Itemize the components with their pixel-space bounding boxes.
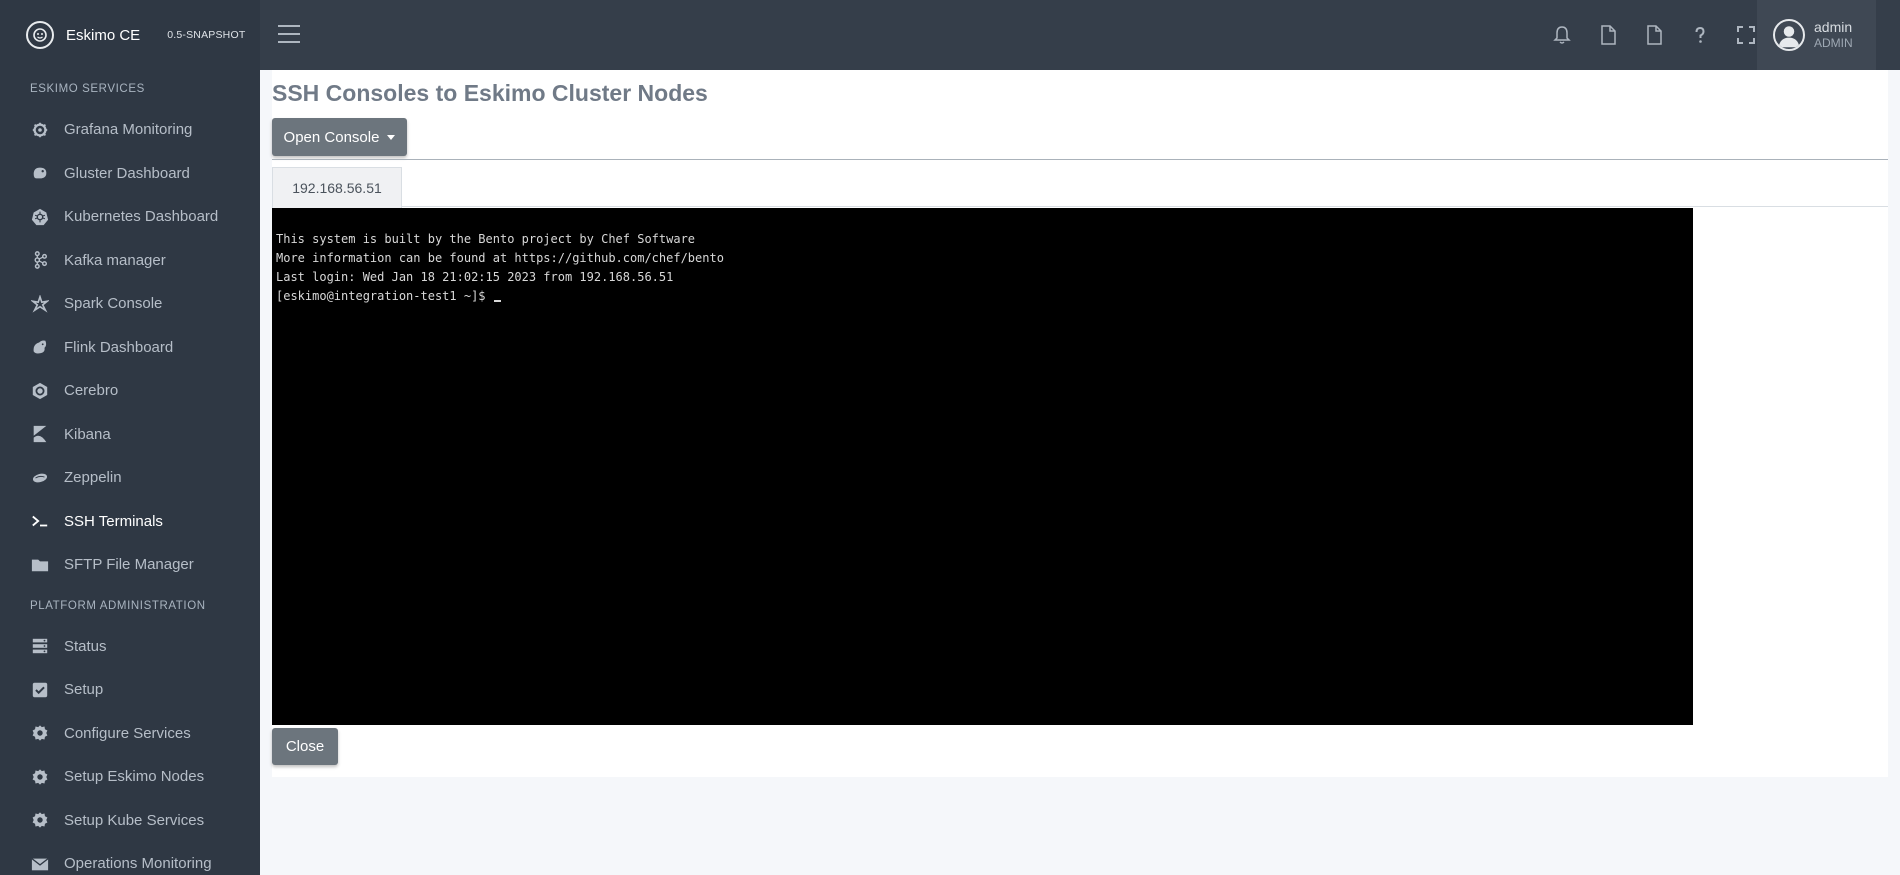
file-icon[interactable] (1585, 0, 1631, 70)
sidebar-item-zeppelin[interactable]: Zeppelin (0, 456, 260, 500)
grafana-icon (30, 120, 50, 140)
sidebar-item-label: Kafka manager (64, 251, 166, 269)
terminal-line: Last login: Wed Jan 18 21:02:15 2023 fro… (276, 270, 674, 284)
sidebar-item-label: Gluster Dashboard (64, 164, 190, 182)
sidebar-item-label: Kubernetes Dashboard (64, 208, 219, 226)
terminal-line: More information can be found at https:/… (276, 251, 724, 265)
sidebar-item-setup-eskimo-nodes[interactable]: Setup Eskimo Nodes (0, 755, 260, 799)
eskimo-logo-icon (26, 21, 54, 49)
sidebar-item-label: SFTP File Manager (64, 556, 194, 574)
sidebar-item-gluster[interactable]: Gluster Dashboard (0, 152, 260, 196)
gear-icon (30, 723, 50, 743)
open-console-label: Open Console (283, 128, 380, 146)
checkbox-icon (30, 680, 50, 700)
sidebar-item-operations-monitoring[interactable]: Operations Monitoring (0, 842, 260, 875)
sidebar-item-configure-services[interactable]: Configure Services (0, 712, 260, 756)
sidebar-item-label: SSH Terminals (64, 512, 163, 530)
sidebar-item-label: Configure Services (64, 724, 191, 742)
sidebar-item-label: Flink Dashboard (64, 338, 174, 356)
terminal-icon (30, 511, 50, 531)
sidebar-item-status[interactable]: Status (0, 625, 260, 669)
sidebar-item-spark[interactable]: Spark Console (0, 282, 260, 326)
gear-icon (30, 810, 50, 830)
file-icon[interactable] (1631, 0, 1677, 70)
user-menu[interactable]: admin ADMIN (1757, 0, 1876, 70)
section-title-eskimo-services: ESKIMO SERVICES (30, 83, 145, 95)
sidebar-item-grafana[interactable]: Grafana Monitoring (0, 108, 260, 152)
console-tabs: 192.168.56.51 (272, 160, 1888, 208)
terminal-console[interactable]: This system is built by the Bento projec… (272, 208, 1693, 725)
brand-version: 0.5-SNAPSHOT (167, 29, 246, 41)
hamburger-menu-icon[interactable] (278, 25, 300, 43)
topbar: admin ADMIN (260, 0, 1900, 70)
cerebro-icon (30, 381, 50, 401)
flink-icon (30, 337, 50, 357)
sidebar-item-label: Kibana (64, 425, 111, 443)
caret-down-icon (387, 134, 396, 140)
tab-console-node[interactable]: 192.168.56.51 (272, 167, 402, 208)
topbar-icons (1539, 0, 1769, 70)
spark-icon (30, 294, 50, 314)
page-title: SSH Consoles to Eskimo Cluster Nodes (272, 80, 708, 106)
sidebar-item-label: Zeppelin (64, 469, 122, 487)
console-panel: SSH Consoles to Eskimo Cluster Nodes Ope… (272, 70, 1888, 777)
sidebar-item-label: Status (64, 637, 107, 655)
close-button[interactable]: Close (272, 728, 338, 765)
sidebar-item-label: Operations Monitoring (64, 855, 212, 873)
sidebar-item-setup-kube-services[interactable]: Setup Kube Services (0, 799, 260, 843)
sidebar-item-kubernetes[interactable]: Kubernetes Dashboard (0, 195, 260, 239)
brand-name: Eskimo CE (66, 26, 141, 44)
envelope-icon (30, 854, 50, 874)
gluster-icon (30, 163, 50, 183)
user-name: admin (1814, 19, 1853, 35)
sidebar-item-kibana[interactable]: Kibana (0, 413, 260, 457)
sidebar-item-flink[interactable]: Flink Dashboard (0, 326, 260, 370)
section-title-platform-administration: PLATFORM ADMINISTRATION (30, 599, 206, 612)
kibana-icon (30, 424, 50, 444)
bell-icon[interactable] (1539, 0, 1585, 70)
user-role: ADMIN (1814, 36, 1853, 50)
sidebar-item-label: Spark Console (64, 295, 163, 313)
sidebar-item-setup[interactable]: Setup (0, 668, 260, 712)
sidebar-item-ssh-terminals[interactable]: SSH Terminals (0, 500, 260, 544)
gear-icon (30, 767, 50, 787)
server-icon (30, 636, 50, 656)
user-info: admin ADMIN (1814, 19, 1853, 51)
folder-icon (30, 555, 50, 575)
sidebar: Eskimo CE 0.5-SNAPSHOT ESKIMO SERVICES G… (0, 0, 260, 875)
open-console-button[interactable]: Open Console (272, 118, 407, 156)
main-content: SSH Consoles to Eskimo Cluster Nodes Ope… (260, 70, 1900, 875)
terminal-prompt: [eskimo@integration-test1 ~]$ (276, 289, 486, 303)
question-icon[interactable] (1677, 0, 1723, 70)
brand[interactable]: Eskimo CE 0.5-SNAPSHOT (0, 0, 260, 70)
sidebar-item-label: Setup (64, 681, 104, 699)
avatar (1773, 19, 1805, 51)
terminal-prompt-line: [eskimo@integration-test1 ~]$ (276, 287, 1689, 306)
sidebar-item-cerebro[interactable]: Cerebro (0, 369, 260, 413)
kafka-icon (30, 250, 50, 270)
sidebar-item-label: Setup Kube Services (64, 811, 205, 829)
sidebar-item-label: Grafana Monitoring (64, 121, 193, 139)
kubernetes-icon (30, 207, 50, 227)
sidebar-item-kafka[interactable]: Kafka manager (0, 239, 260, 283)
zeppelin-icon (30, 468, 50, 488)
sidebar-item-label: Cerebro (64, 382, 119, 400)
terminal-cursor (493, 300, 501, 302)
sidebar-item-label: Setup Eskimo Nodes (64, 768, 205, 786)
terminal-line: This system is built by the Bento projec… (276, 232, 696, 246)
sidebar-item-sftp[interactable]: SFTP File Manager (0, 543, 260, 587)
